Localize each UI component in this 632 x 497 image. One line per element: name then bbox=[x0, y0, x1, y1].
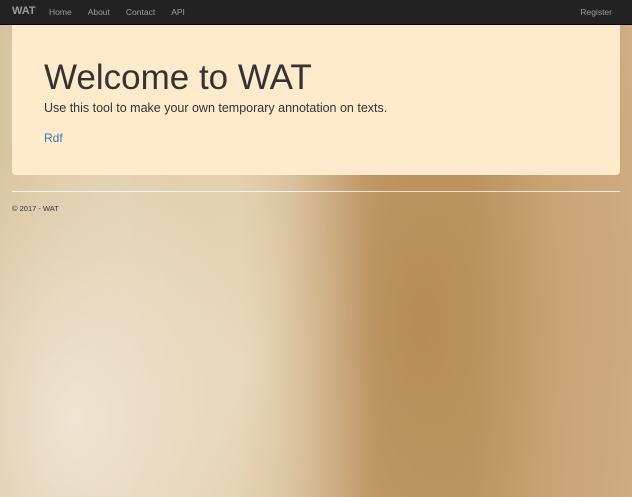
rdf-link[interactable]: Rdf bbox=[44, 131, 63, 145]
nav-link-about[interactable]: About bbox=[88, 6, 110, 18]
page-title: Welcome to WAT bbox=[44, 58, 312, 97]
jumbotron: Welcome to WAT Use this tool to make you… bbox=[12, 25, 620, 175]
nav-link-home[interactable]: Home bbox=[49, 6, 72, 18]
register-link[interactable]: Register bbox=[580, 6, 612, 18]
brand-link[interactable]: WAT bbox=[12, 5, 36, 17]
top-navbar: WAT Home About Contact API Register bbox=[0, 0, 632, 25]
nav-link-api[interactable]: API bbox=[171, 6, 185, 18]
page: { "navbar": { "brand": "WAT", "links": [… bbox=[0, 0, 632, 497]
nav-link-contact[interactable]: Contact bbox=[126, 6, 155, 18]
footer-copyright: © 2017 - WAT bbox=[12, 204, 59, 213]
lead-text: Use this tool to make your own temporary… bbox=[44, 101, 388, 115]
footer-divider bbox=[12, 191, 620, 192]
nav-links: Home About Contact API bbox=[49, 6, 201, 18]
